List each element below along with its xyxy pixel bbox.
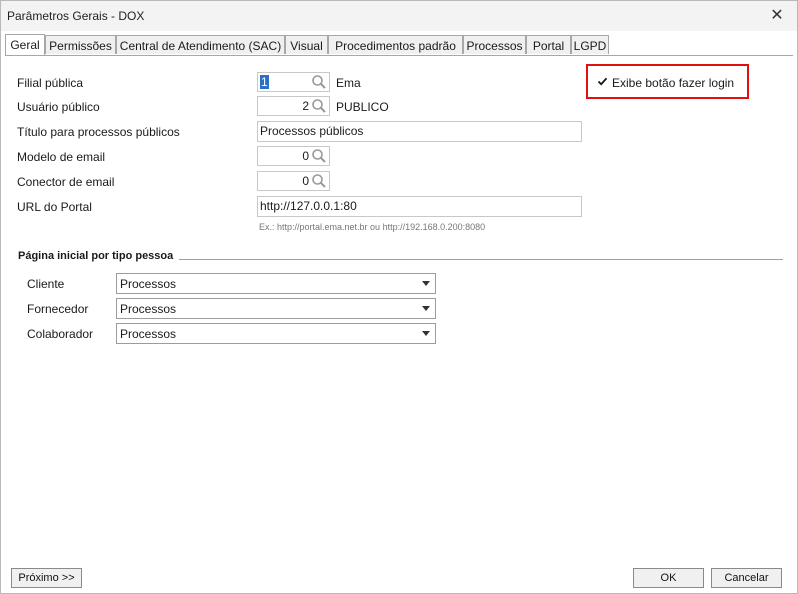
modelo-email-input[interactable]: 0 [257,146,330,166]
cliente-select[interactable]: Processos [116,273,436,294]
fornecedor-select[interactable]: Processos [116,298,436,319]
dialog-window: Parâmetros Gerais - DOX ✕ Geral Permissõ… [0,0,798,594]
pagina-inicial-title: Página inicial por tipo pessoa [18,250,174,262]
chevron-down-icon [422,306,430,311]
exibe-login-checkbox[interactable] [597,76,608,87]
tab-lgpd[interactable]: LGPD [571,35,609,54]
colaborador-label: Colaborador [27,327,94,341]
section-divider [179,259,783,260]
conector-email-value: 0 [302,174,309,188]
colaborador-select-value: Processos [120,327,177,341]
cancel-button[interactable]: Cancelar [711,568,782,588]
tab-permissoes[interactable]: Permissões [45,35,116,54]
tab-visual[interactable]: Visual [285,35,328,54]
tab-geral[interactable]: Geral [5,34,45,55]
search-icon[interactable] [311,148,327,164]
modelo-email-label: Modelo de email [17,150,106,164]
filial-publica-label: Filial pública [17,76,84,90]
fornecedor-select-value: Processos [120,302,177,316]
usuario-publico-input[interactable]: 2 [257,96,330,116]
filial-publica-description: Ema [336,76,361,90]
titulo-processos-input[interactable]: Processos públicos [257,121,582,142]
tab-processos[interactable]: Processos [463,35,526,54]
filial-publica-input[interactable]: 1 [257,72,330,92]
search-icon[interactable] [311,173,327,189]
search-icon[interactable] [311,98,327,114]
filial-publica-value: 1 [260,75,269,89]
cliente-select-value: Processos [120,277,177,291]
cliente-label: Cliente [27,277,65,291]
usuario-publico-value: 2 [302,99,309,113]
fornecedor-label: Fornecedor [27,302,89,316]
url-portal-hint: Ex.: http://portal.ema.net.br ou http://… [259,222,486,232]
next-button[interactable]: Próximo >> [11,568,82,588]
chevron-down-icon [422,281,430,286]
title-bar: Parâmetros Gerais - DOX ✕ [1,1,797,31]
tab-procedimentos-padrao[interactable]: Procedimentos padrão [328,35,463,54]
close-icon[interactable]: ✕ [765,4,789,28]
window-title: Parâmetros Gerais - DOX [7,9,145,23]
url-portal-label: URL do Portal [17,200,92,214]
ok-button[interactable]: OK [633,568,704,588]
tab-central-atendimento[interactable]: Central de Atendimento (SAC) [116,35,285,54]
modelo-email-value: 0 [302,149,309,163]
tab-portal[interactable]: Portal [526,35,571,54]
titulo-processos-label: Título para processos públicos [17,125,180,139]
usuario-publico-description: PUBLICO [336,100,389,114]
search-icon[interactable] [311,74,327,90]
conector-email-label: Conector de email [17,175,115,189]
usuario-publico-label: Usuário público [17,100,100,114]
colaborador-select[interactable]: Processos [116,323,436,344]
chevron-down-icon [422,331,430,336]
url-portal-input[interactable]: http://127.0.0.1:80 [257,196,582,217]
conector-email-input[interactable]: 0 [257,171,330,191]
exibe-login-label: Exibe botão fazer login [612,76,735,90]
